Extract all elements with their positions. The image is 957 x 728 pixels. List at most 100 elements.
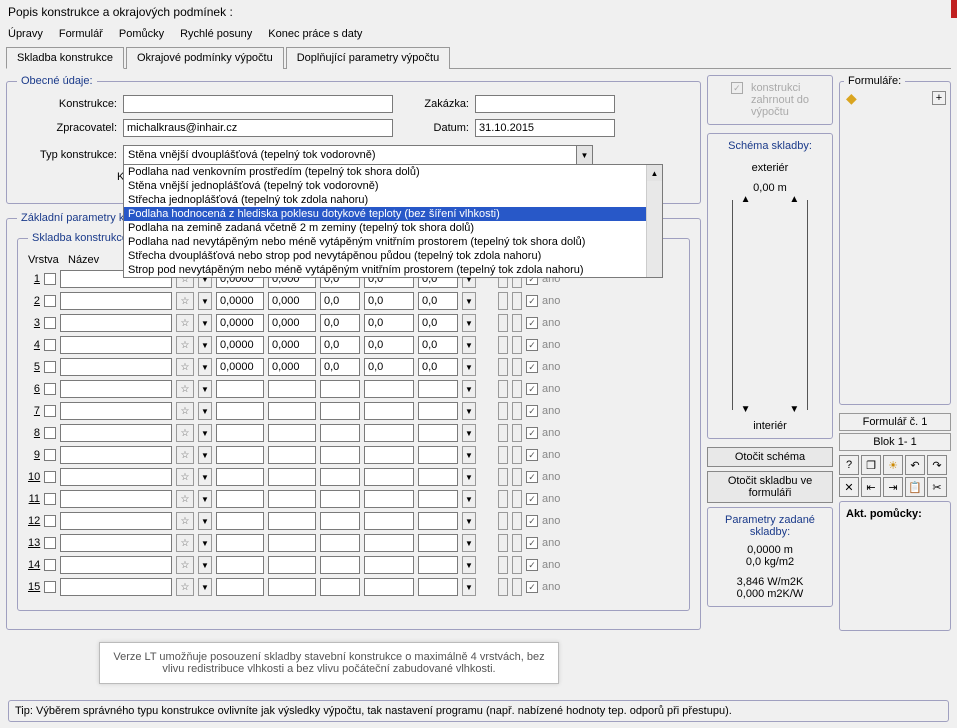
typ-dropdown[interactable]: Stěna vnější dvouplášťová (tepelný tok v…	[123, 145, 593, 165]
mi-input[interactable]	[418, 424, 458, 442]
layer-checkbox[interactable]	[44, 405, 56, 417]
layer-name-input[interactable]	[60, 556, 172, 574]
lambda-input[interactable]	[268, 534, 316, 552]
chevron-down-icon[interactable]: ▼	[198, 380, 212, 398]
move-up-button[interactable]	[498, 336, 508, 354]
vypocet-checkbox[interactable]: ✓	[526, 559, 538, 571]
ohmot-input[interactable]	[364, 512, 414, 530]
menu-konec[interactable]: Konec práce s daty	[268, 28, 362, 40]
mteplo-input[interactable]	[320, 490, 360, 508]
mi-input[interactable]	[418, 380, 458, 398]
menu-posuny[interactable]: Rychlé posuny	[180, 28, 252, 40]
favorite-icon[interactable]: ☆	[176, 446, 194, 464]
d-input[interactable]	[216, 468, 264, 486]
lambda-input[interactable]	[268, 490, 316, 508]
move-down-button[interactable]	[512, 534, 522, 552]
layer-checkbox[interactable]	[44, 383, 56, 395]
chevron-down-icon[interactable]: ▼	[462, 380, 476, 398]
lambda-input[interactable]	[268, 578, 316, 596]
mi-input[interactable]	[418, 314, 458, 332]
vypocet-checkbox[interactable]: ✓	[526, 471, 538, 483]
favorite-icon[interactable]: ☆	[176, 512, 194, 530]
vypocet-checkbox[interactable]: ✓	[526, 581, 538, 593]
lambda-input[interactable]	[268, 468, 316, 486]
vypocet-checkbox[interactable]: ✓	[526, 427, 538, 439]
ohmot-input[interactable]	[364, 534, 414, 552]
move-up-button[interactable]	[498, 490, 508, 508]
ohmot-input[interactable]	[364, 314, 414, 332]
d-input[interactable]	[216, 556, 264, 574]
layer-name-input[interactable]	[60, 314, 172, 332]
move-up-button[interactable]	[498, 578, 508, 596]
chevron-down-icon[interactable]: ▼	[198, 336, 212, 354]
menu-upravy[interactable]: Úpravy	[8, 28, 43, 40]
typ-option[interactable]: Střecha dvouplášťová nebo strop pod nevy…	[124, 249, 662, 263]
d-input[interactable]	[216, 292, 264, 310]
goto-end-icon[interactable]: ⇥	[883, 477, 903, 497]
layer-name-input[interactable]	[60, 292, 172, 310]
chevron-down-icon[interactable]: ▼	[462, 556, 476, 574]
vypocet-checkbox[interactable]: ✓	[526, 339, 538, 351]
datum-input[interactable]	[475, 119, 615, 137]
layer-name-input[interactable]	[60, 534, 172, 552]
undo-icon[interactable]: ↶	[905, 455, 925, 475]
rotate-schema-button[interactable]: Otočit schéma	[707, 447, 833, 467]
ohmot-input[interactable]	[364, 578, 414, 596]
move-down-button[interactable]	[512, 512, 522, 530]
ohmot-input[interactable]	[364, 358, 414, 376]
chevron-down-icon[interactable]: ▼	[462, 336, 476, 354]
move-down-button[interactable]	[512, 468, 522, 486]
ohmot-input[interactable]	[364, 468, 414, 486]
layer-checkbox[interactable]	[44, 361, 56, 373]
typ-option[interactable]: Stěna vnější jednoplášťová (tepelný tok …	[124, 179, 662, 193]
typ-option[interactable]: Podlaha hodnocená z hlediska poklesu dot…	[124, 207, 662, 221]
layer-checkbox[interactable]	[44, 515, 56, 527]
move-up-button[interactable]	[498, 380, 508, 398]
mi-input[interactable]	[418, 534, 458, 552]
favorite-icon[interactable]: ☆	[176, 336, 194, 354]
menu-formular[interactable]: Formulář	[59, 28, 103, 40]
chevron-down-icon[interactable]: ▼	[462, 468, 476, 486]
mi-input[interactable]	[418, 468, 458, 486]
favorite-icon[interactable]: ☆	[176, 424, 194, 442]
typ-option[interactable]: Podlaha nad venkovním prostředím (tepeln…	[124, 165, 662, 179]
chevron-down-icon[interactable]: ▼	[198, 512, 212, 530]
move-down-button[interactable]	[512, 424, 522, 442]
mi-input[interactable]	[418, 358, 458, 376]
layer-name-input[interactable]	[60, 380, 172, 398]
mi-input[interactable]	[418, 336, 458, 354]
d-input[interactable]	[216, 512, 264, 530]
lambda-input[interactable]	[268, 556, 316, 574]
move-down-button[interactable]	[512, 490, 522, 508]
d-input[interactable]	[216, 424, 264, 442]
vypocet-checkbox[interactable]: ✓	[526, 493, 538, 505]
mi-input[interactable]	[418, 446, 458, 464]
chevron-down-icon[interactable]: ▼	[198, 446, 212, 464]
typ-option[interactable]: Strop pod nevytápěným nebo méně vytápěný…	[124, 263, 662, 277]
layer-checkbox[interactable]	[44, 559, 56, 571]
help-icon[interactable]: ?	[839, 455, 859, 475]
rotate-form-button[interactable]: Otočit skladbu ve formuláři	[707, 471, 833, 503]
d-input[interactable]	[216, 534, 264, 552]
delete-icon[interactable]: ✕	[839, 477, 859, 497]
mi-input[interactable]	[418, 578, 458, 596]
move-down-button[interactable]	[512, 402, 522, 420]
chevron-down-icon[interactable]: ▼	[198, 534, 212, 552]
layer-name-input[interactable]	[60, 490, 172, 508]
favorite-icon[interactable]: ☆	[176, 292, 194, 310]
ohmot-input[interactable]	[364, 446, 414, 464]
typ-option[interactable]: Podlaha na zemině zadaná včetně 2 m zemi…	[124, 221, 662, 235]
lambda-input[interactable]	[268, 402, 316, 420]
mteplo-input[interactable]	[320, 556, 360, 574]
move-up-button[interactable]	[498, 314, 508, 332]
chevron-down-icon[interactable]: ▼	[198, 424, 212, 442]
chevron-down-icon[interactable]: ▼	[198, 358, 212, 376]
ohmot-input[interactable]	[364, 490, 414, 508]
move-up-button[interactable]	[498, 512, 508, 530]
move-down-button[interactable]	[512, 380, 522, 398]
chevron-down-icon[interactable]: ▼	[462, 534, 476, 552]
layer-name-input[interactable]	[60, 424, 172, 442]
layer-name-input[interactable]	[60, 578, 172, 596]
mteplo-input[interactable]	[320, 424, 360, 442]
move-down-button[interactable]	[512, 446, 522, 464]
